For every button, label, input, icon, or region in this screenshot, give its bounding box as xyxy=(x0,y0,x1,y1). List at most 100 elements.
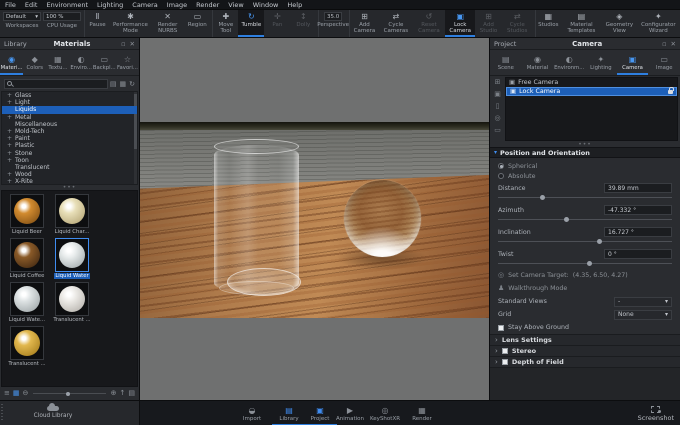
library-tab-textures[interactable]: ▦ Textu... xyxy=(46,50,69,75)
category-plastic[interactable]: + Plastic xyxy=(2,142,137,149)
category-wood[interactable]: + Wood xyxy=(2,171,137,178)
standard-views-dropdown[interactable]: - ▾ xyxy=(614,296,672,307)
zoom-out-icon[interactable]: ⊖ xyxy=(23,390,29,397)
expand-icon[interactable]: + xyxy=(7,142,12,149)
project-tab-scene[interactable]: ▤ Scene xyxy=(490,50,522,75)
cpu-usage-value[interactable]: 100 % xyxy=(46,14,63,20)
menu-view[interactable]: View xyxy=(228,1,243,9)
expand-icon[interactable]: + xyxy=(7,114,12,121)
tool-reset-camera[interactable]: ↺ Reset Camera xyxy=(413,10,445,37)
tool-lock-camera[interactable]: ▣ Lock Camera xyxy=(445,10,476,37)
library-search-input[interactable] xyxy=(14,80,105,87)
add-camera-icon[interactable]: ⊞ xyxy=(495,79,501,86)
library-tab-environments[interactable]: ◐ Enviro... xyxy=(70,50,93,75)
azimuth-slider[interactable] xyxy=(498,217,672,222)
library-tab-materials[interactable]: ◉ Materi... xyxy=(0,50,23,75)
tool-geometry-view[interactable]: ◈ Geometry View xyxy=(602,10,637,37)
project-tab-environment[interactable]: ◐ Environm... xyxy=(553,50,585,75)
material-thumb-liquid-coffee[interactable]: Liquid Coffee xyxy=(5,238,49,279)
expand-icon[interactable]: + xyxy=(7,99,12,106)
tool-add-camera[interactable]: ⊞ Add Camera xyxy=(348,10,379,37)
upload-icon[interactable]: ↑ xyxy=(120,390,126,397)
material-thumb-liquid-beer[interactable]: Liquid Beer xyxy=(5,194,49,235)
distance-value[interactable]: 39.89 mm xyxy=(604,183,672,193)
perspective-value[interactable]: 35.0 xyxy=(324,12,343,21)
camera-target-icon[interactable]: ◎ xyxy=(494,115,500,122)
twist-value[interactable]: 0 ° xyxy=(604,249,672,259)
glass-disc[interactable] xyxy=(227,268,301,296)
material-thumb-translucent-[interactable]: Translucent ... xyxy=(5,326,49,367)
expand-icon[interactable]: + xyxy=(7,92,12,99)
menu-help[interactable]: Help xyxy=(287,1,302,9)
tool-tumble[interactable]: ↻ Tumble xyxy=(238,10,265,37)
section-checkbox[interactable] xyxy=(501,359,508,365)
inclination-value[interactable]: 16.727 ° xyxy=(604,227,672,237)
ribbon-library[interactable]: ▤ Library xyxy=(272,401,306,425)
material-thumb-liquid-char-[interactable]: Liquid Char... xyxy=(50,194,94,235)
expand-icon[interactable]: + xyxy=(7,178,12,184)
category-glass[interactable]: + Glass xyxy=(2,92,137,99)
distance-slider[interactable] xyxy=(498,195,672,200)
inclination-slider[interactable] xyxy=(498,239,672,244)
tool-performance-mode[interactable]: ✱ Performance Mode xyxy=(110,10,151,37)
glass-sphere[interactable] xyxy=(344,180,421,257)
close-panel-icon[interactable]: ✕ xyxy=(671,40,676,48)
tool-perspective[interactable]: 35.0 Perspective xyxy=(317,10,349,37)
material-thumb-liquid-water[interactable]: Liquid Water xyxy=(50,238,94,279)
menu-window[interactable]: Window xyxy=(253,1,279,9)
tool-dolly[interactable]: ↕ Dolly xyxy=(290,10,316,37)
ribbon-animation[interactable]: ▶ Animation xyxy=(333,401,367,425)
add-library-folder-icon[interactable]: ▤ xyxy=(110,80,117,88)
rendered-scene[interactable] xyxy=(140,122,489,318)
workspaces-widget[interactable]: Default ▾ Workspaces xyxy=(2,10,42,37)
ribbon-project[interactable]: ▣ Project xyxy=(303,401,337,425)
tool-cycle-cameras[interactable]: ⇄ Cycle Cameras xyxy=(379,10,413,37)
float-panel-icon[interactable]: ▫ xyxy=(662,40,666,48)
library-tab-favorites[interactable]: ☆ Favori... xyxy=(116,50,139,75)
float-panel-icon[interactable]: ▫ xyxy=(121,40,125,48)
expand-icon[interactable]: + xyxy=(7,157,12,164)
delete-camera-icon[interactable]: ▯ xyxy=(496,103,500,110)
radio-spherical[interactable]: Spherical xyxy=(490,161,680,171)
category-miscellaneous[interactable]: Miscellaneous xyxy=(2,121,137,128)
category-translucent[interactable]: Translucent xyxy=(2,164,137,171)
section-checkbox[interactable] xyxy=(501,348,508,354)
material-thumb-translucent-[interactable]: Translucent ... xyxy=(50,282,94,323)
category-toon[interactable]: + Toon xyxy=(2,157,137,164)
expand-icon[interactable]: + xyxy=(7,150,12,157)
menu-edit[interactable]: Edit xyxy=(25,1,38,9)
menu-render[interactable]: Render xyxy=(196,1,219,9)
zoom-in-icon[interactable]: ⊕ xyxy=(111,390,117,397)
ribbon-import[interactable]: ◒ Import xyxy=(235,401,269,425)
menu-file[interactable]: File xyxy=(5,1,16,9)
radio-icon[interactable] xyxy=(498,163,504,169)
project-tab-image[interactable]: ▭ Image xyxy=(648,50,680,75)
folders-icon[interactable]: ▤ xyxy=(128,390,135,397)
project-tab-material[interactable]: ◉ Material xyxy=(522,50,554,75)
import-folder-icon[interactable]: ▦ xyxy=(120,80,127,88)
menu-image[interactable]: Image xyxy=(167,1,187,9)
tool-pause[interactable]: Ⅱ Pause xyxy=(84,10,110,37)
list-view-icon[interactable]: ≡ xyxy=(4,390,10,397)
twist-slider[interactable] xyxy=(498,261,672,266)
category-stone[interactable]: + Stone xyxy=(2,150,137,157)
realtime-viewport[interactable] xyxy=(140,38,489,400)
category-x-rite[interactable]: + X-Rite xyxy=(2,178,137,184)
tool-studios[interactable]: ▦ Studios xyxy=(534,10,561,37)
workspaces-value[interactable]: Default xyxy=(6,14,26,20)
ribbon-render[interactable]: ▦ Render xyxy=(405,401,439,425)
category-liquids[interactable]: Liquids xyxy=(2,106,137,114)
set-camera-target-row[interactable]: ◎ Set Camera Target: (4.35, 6.50, 4.27) xyxy=(490,269,680,282)
position-orientation-header[interactable]: ▾ Position and Orientation xyxy=(490,147,680,158)
section-stereo[interactable]: › Stereo xyxy=(490,345,680,356)
tool-cycle-studios[interactable]: ⇄ Cycle Studios xyxy=(502,10,533,37)
tool-add-studio[interactable]: ⊞ Add Studio xyxy=(475,10,501,37)
project-tab-camera[interactable]: ▣ Camera xyxy=(617,50,649,75)
material-thumb-liquid-wate-[interactable]: Liquid Wate... xyxy=(5,282,49,323)
expand-icon[interactable]: + xyxy=(7,128,12,135)
category-metal[interactable]: + Metal xyxy=(2,114,137,121)
grid-view-icon[interactable]: ▦ xyxy=(13,390,20,397)
expand-icon[interactable]: + xyxy=(7,171,12,178)
azimuth-value[interactable]: -47.332 ° xyxy=(604,205,672,215)
close-panel-icon[interactable]: ✕ xyxy=(130,40,135,48)
